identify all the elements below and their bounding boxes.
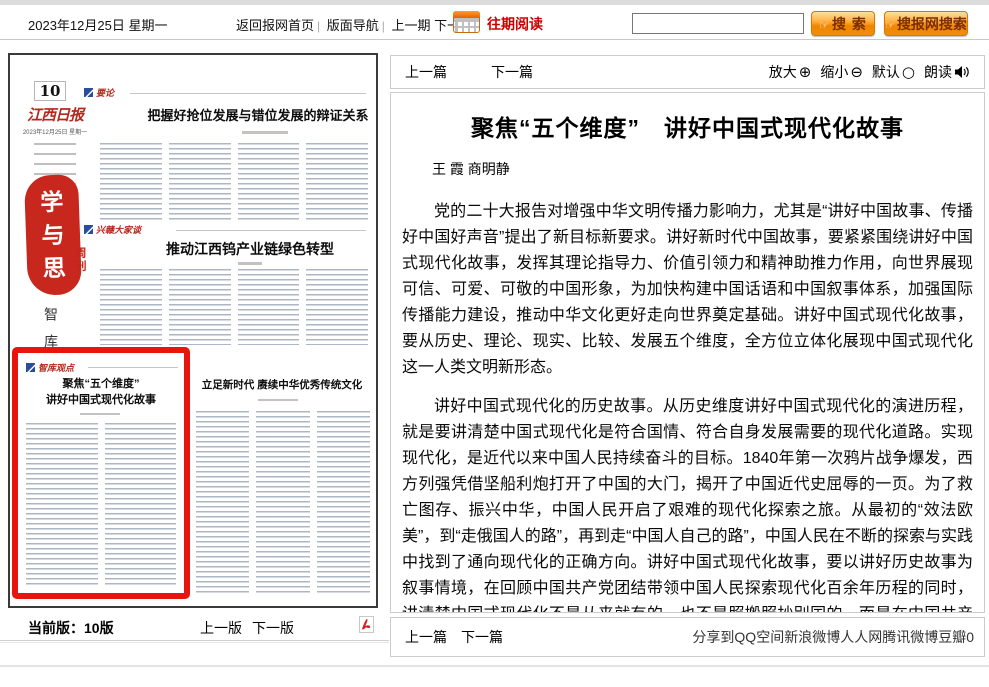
- calendar-icon[interactable]: [453, 11, 480, 33]
- current-page-value: 10版: [84, 620, 114, 636]
- zoom-in-icon: ⊕: [799, 65, 812, 80]
- pdf-icon[interactable]: [359, 616, 374, 636]
- article3-author-placeholder: [80, 413, 120, 415]
- article2-author-placeholder: [238, 262, 262, 265]
- current-page-indicator: 当前版：10版: [28, 618, 114, 638]
- reader-toolbar: 上一篇 下一篇 放大⊕ 缩小⊖ 默认○ 朗读: [390, 55, 985, 89]
- reader-footer: 上一篇下一篇 分享到QQ空间新浪微博人人网腾讯微博豆瓣0: [390, 617, 985, 657]
- read-aloud-button[interactable]: 朗读: [924, 62, 970, 82]
- section-rule: [88, 367, 178, 368]
- article3-headline-line2: 讲好中国式现代化故事: [22, 391, 180, 407]
- article1-text-columns: [100, 143, 368, 221]
- section-rule: [130, 93, 366, 94]
- nav-separator: |: [382, 19, 385, 33]
- default-size-icon: ○: [902, 65, 915, 80]
- archive-reading-link[interactable]: 往期阅读: [487, 14, 543, 34]
- newspaper-page: 10 江西日报 2023年12月25日 星期一 学与思 周刊 智库 要论 把握好…: [10, 55, 376, 606]
- footer-prev-article-link[interactable]: 上一篇: [405, 629, 447, 645]
- page-nav-bar: 当前版：10版 上一版下一版: [0, 614, 390, 640]
- page-number: 10: [34, 81, 66, 101]
- divider-line: [0, 665, 989, 667]
- article-title: 聚焦“五个维度” 讲好中国式现代化故事: [399, 109, 976, 143]
- section-rule: [176, 230, 366, 231]
- top-bar: 2023年12月25日 星期一 返回报网首页| 版面导航| 上一期 下一期| 往…: [0, 5, 989, 40]
- article-paragraph: 讲好中国式现代化的历史故事。从历史维度讲好中国式现代化的演进历程，就是要讲清楚中…: [402, 394, 973, 613]
- share-links[interactable]: 分享到QQ空间新浪微博人人网腾讯微博豆瓣0: [692, 627, 974, 647]
- highlighted-article-region[interactable]: 智库观点 聚焦“五个维度” 讲好中国式现代化故事: [12, 347, 190, 599]
- article-authors: 王 霞 商明静: [432, 159, 984, 179]
- site-search-button[interactable]: ☞搜报网搜索: [884, 11, 968, 36]
- next-page-link[interactable]: 下一版: [252, 620, 294, 636]
- nav-link-prev-issue[interactable]: 上一期: [392, 18, 431, 33]
- newspaper-masthead: 江西日报: [20, 104, 90, 125]
- hand-icon: ☞: [885, 20, 895, 32]
- article-panel: 聚焦“五个维度” 讲好中国式现代化故事 王 霞 商明静 党的二十大报告对增强中华…: [390, 92, 985, 613]
- nav-link-home[interactable]: 返回报网首页: [236, 18, 314, 33]
- article-paragraph: 党的二十大报告对增强中华文明传播力影响力，尤其是“讲好中国故事、传播好中国好声音…: [402, 199, 973, 381]
- article3-text-columns: [26, 423, 176, 585]
- paper-issue-date: 2023年12月25日 星期一: [12, 127, 98, 136]
- article1-headline: 把握好抢位发展与错位发展的辩证关系: [142, 105, 374, 124]
- article4-author-placeholder: [258, 399, 298, 401]
- prev-article-link[interactable]: 上一篇: [405, 62, 447, 82]
- prev-page-link[interactable]: 上一版: [200, 620, 242, 636]
- section-icon: [84, 225, 93, 234]
- section-logo-zhiku: 智库观点: [26, 361, 74, 374]
- article1-author-placeholder: [242, 131, 288, 134]
- section-logo-xinggan: 兴赣大家谈: [84, 223, 141, 236]
- section-icon: [84, 88, 93, 97]
- nav-link-layout-nav[interactable]: 版面导航: [327, 18, 379, 33]
- weekly-label: 周刊: [72, 247, 88, 273]
- article4-text-columns: [196, 411, 370, 595]
- search-button[interactable]: ☞搜 索: [811, 11, 875, 36]
- article4-headline: 立足新时代 赓续中华优秀传统文化: [194, 377, 370, 392]
- newspaper-page-thumbnail[interactable]: 10 江西日报 2023年12月25日 星期一 学与思 周刊 智库 要论 把握好…: [8, 53, 378, 608]
- footer-next-article-link[interactable]: 下一篇: [461, 629, 503, 645]
- nav-separator: |: [317, 19, 320, 33]
- article2-headline: 推动江西钨产业链绿色转型: [134, 239, 366, 259]
- hand-icon: ☞: [819, 20, 830, 32]
- default-size-button[interactable]: 默认○: [872, 62, 915, 82]
- article-body: 党的二十大报告对增强中华文明传播力影响力，尤其是“讲好中国故事、传播好中国好声音…: [402, 199, 973, 613]
- section-icon: [26, 363, 35, 372]
- zoom-out-icon: ⊖: [850, 65, 863, 80]
- section-logo-yaolun: 要论: [84, 86, 114, 99]
- weekly-seal: 学与思: [24, 174, 82, 296]
- speaker-icon: [954, 65, 970, 79]
- next-article-link[interactable]: 下一篇: [491, 62, 533, 82]
- zoom-in-button[interactable]: 放大⊕: [769, 62, 812, 82]
- zoom-out-button[interactable]: 缩小⊖: [820, 62, 863, 82]
- issue-date-label: 2023年12月25日 星期一: [28, 15, 167, 34]
- search-input[interactable]: [632, 13, 804, 34]
- top-nav: 返回报网首页| 版面导航| 上一期 下一期|: [236, 15, 482, 34]
- article3-headline-line1: 聚焦“五个维度”: [22, 375, 180, 391]
- article2-text-columns: [100, 269, 368, 345]
- divider-line: [0, 640, 389, 643]
